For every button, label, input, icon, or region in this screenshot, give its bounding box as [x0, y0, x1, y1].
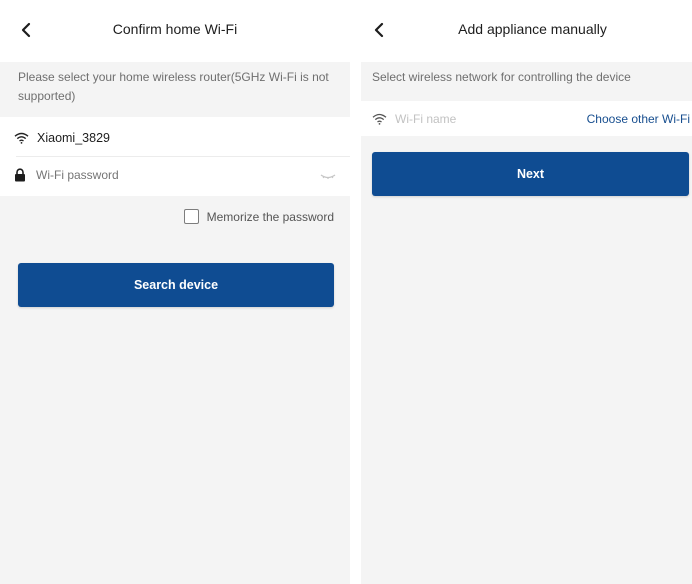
confirm-wifi-screen: Confirm home Wi-Fi Please select your ho… — [0, 0, 350, 584]
page-title: Confirm home Wi-Fi — [112, 21, 238, 37]
wifi-icon — [14, 132, 29, 144]
wifi-ssid-row[interactable]: Xiaomi_3829 — [14, 127, 336, 149]
wifi-name-placeholder: Wi-Fi name — [395, 112, 457, 126]
divider — [16, 156, 350, 157]
wifi-select-row[interactable]: Wi-Fi name Choose other Wi-Fi — [372, 108, 690, 130]
page-title: Add appliance manually — [458, 21, 607, 37]
lock-icon — [15, 168, 25, 182]
wifi-icon — [372, 113, 387, 125]
wifi-select-card: Wi-Fi name Choose other Wi-Fi — [361, 101, 692, 136]
password-row — [14, 164, 336, 186]
header: Confirm home Wi-Fi — [0, 0, 350, 62]
wifi-form-card: Xiaomi_3829 — [0, 117, 350, 196]
header: Add appliance manually — [361, 0, 692, 62]
choose-other-wifi-link[interactable]: Choose other Wi-Fi — [587, 112, 690, 126]
wifi-ssid: Xiaomi_3829 — [37, 131, 110, 145]
hint-text: Please select your home wireless router(… — [18, 70, 329, 103]
search-device-button[interactable]: Search device — [18, 263, 334, 307]
hint-text: Select wireless network for controlling … — [372, 70, 631, 84]
eye-icon[interactable] — [320, 171, 336, 179]
password-input[interactable] — [36, 168, 320, 182]
checkbox-box[interactable] — [183, 209, 199, 224]
add-appliance-screen: Add appliance manually Select wireless n… — [361, 0, 692, 584]
next-button[interactable]: Next — [372, 152, 689, 196]
memorize-password-checkbox[interactable]: Memorize the password — [183, 209, 334, 224]
memorize-label: Memorize the password — [206, 209, 334, 224]
